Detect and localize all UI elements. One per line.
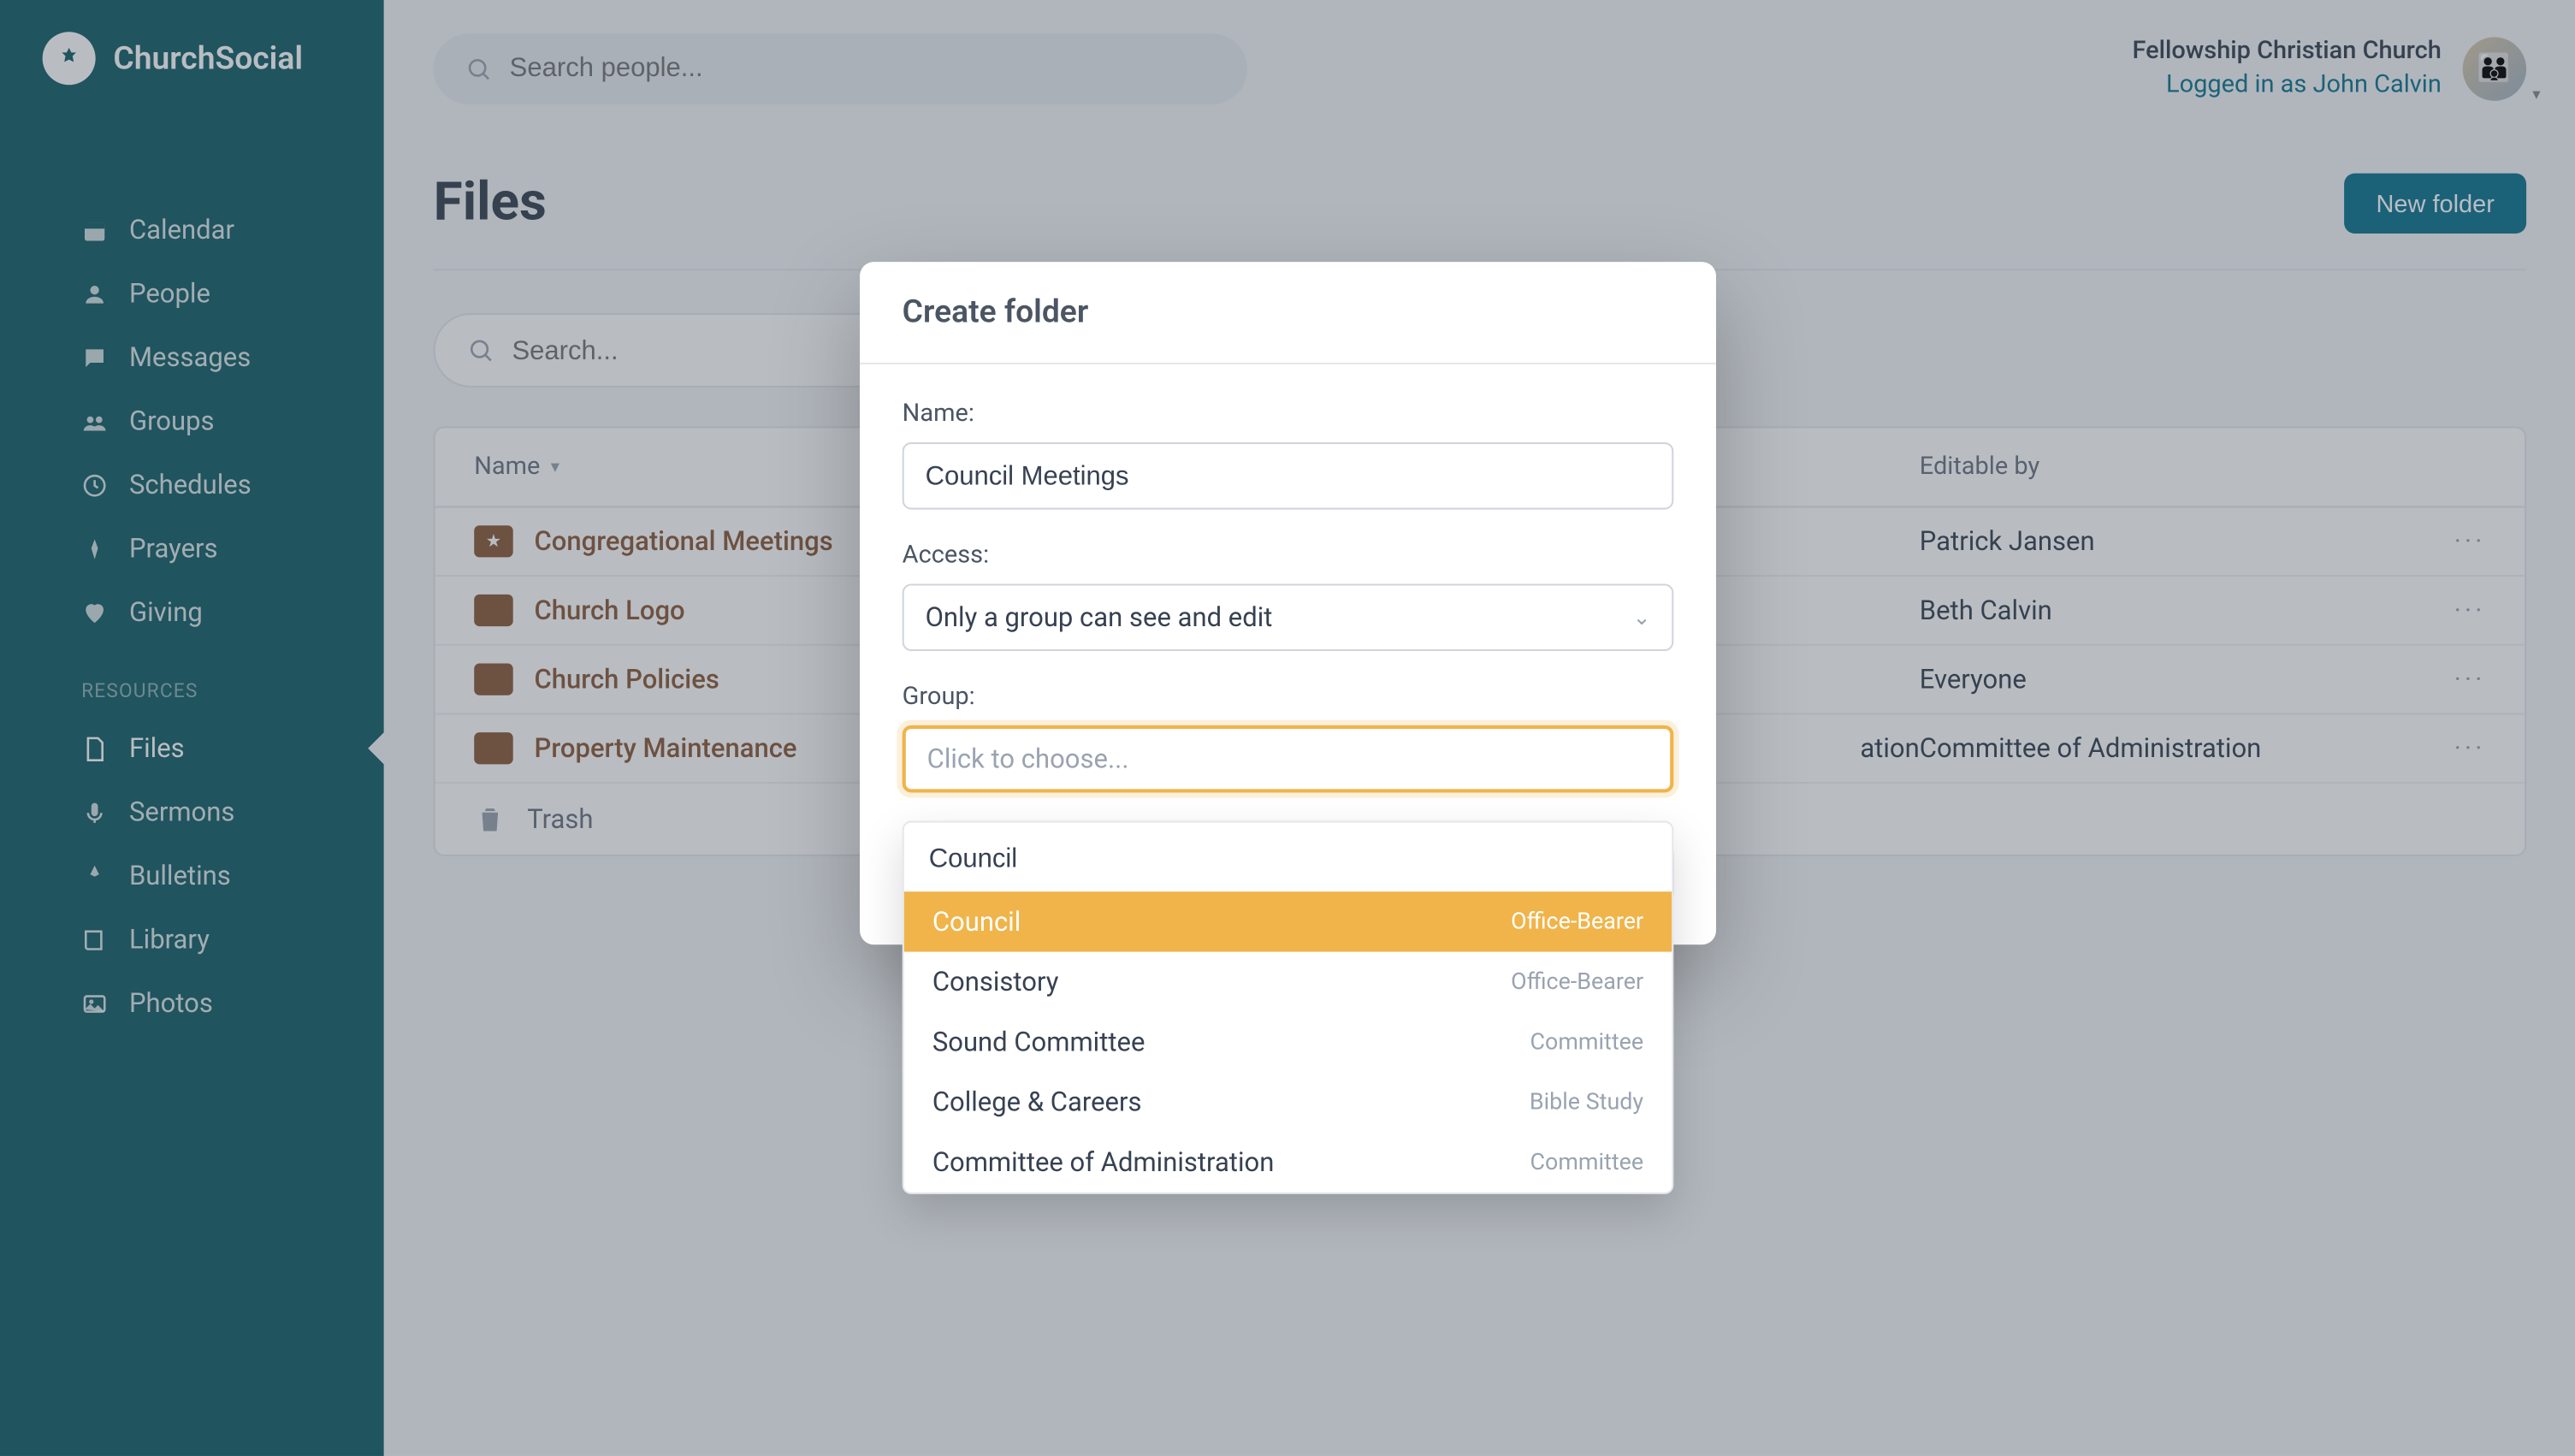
option-type: Office-Bearer [1511,968,1643,995]
access-value: Only a group can see and edit [926,601,1273,633]
option-type: Office-Bearer [1511,909,1643,935]
group-option[interactable]: Council Office-Bearer [904,891,1672,951]
group-select[interactable]: Click to choose... [903,725,1674,793]
option-type: Committee [1530,1149,1644,1175]
group-option[interactable]: Consistory Office-Bearer [904,952,1672,1012]
folder-name-input[interactable] [903,442,1674,510]
name-label: Name: [903,400,1674,428]
modal-overlay[interactable]: Create folder Name: Access: Only a group… [0,0,2575,1456]
option-name: Consistory [932,966,1059,997]
option-name: College & Careers [932,1086,1142,1118]
group-placeholder: Click to choose... [927,743,1129,775]
option-name: Committee of Administration [932,1146,1275,1178]
option-type: Committee [1530,1029,1644,1056]
chevron-down-icon: ⌄ [1633,605,1651,630]
create-folder-modal: Create folder Name: Access: Only a group… [860,262,1716,944]
group-dropdown: Council Office-Bearer Consistory Office-… [903,821,1674,1194]
modal-title: Create folder [860,262,1716,364]
option-name: Council [932,906,1021,938]
access-select[interactable]: Only a group can see and edit ⌄ [903,583,1674,651]
group-search-wrap [904,823,1672,892]
group-label: Group: [903,683,1674,711]
group-search-input[interactable] [929,843,1648,873]
option-name: Sound Committee [932,1026,1145,1057]
group-option[interactable]: College & Careers Bible Study [904,1072,1672,1132]
access-label: Access: [903,542,1674,570]
option-type: Bible Study [1530,1089,1643,1116]
group-option[interactable]: Sound Committee Committee [904,1012,1672,1072]
group-option[interactable]: Committee of Administration Committee [904,1133,1672,1193]
